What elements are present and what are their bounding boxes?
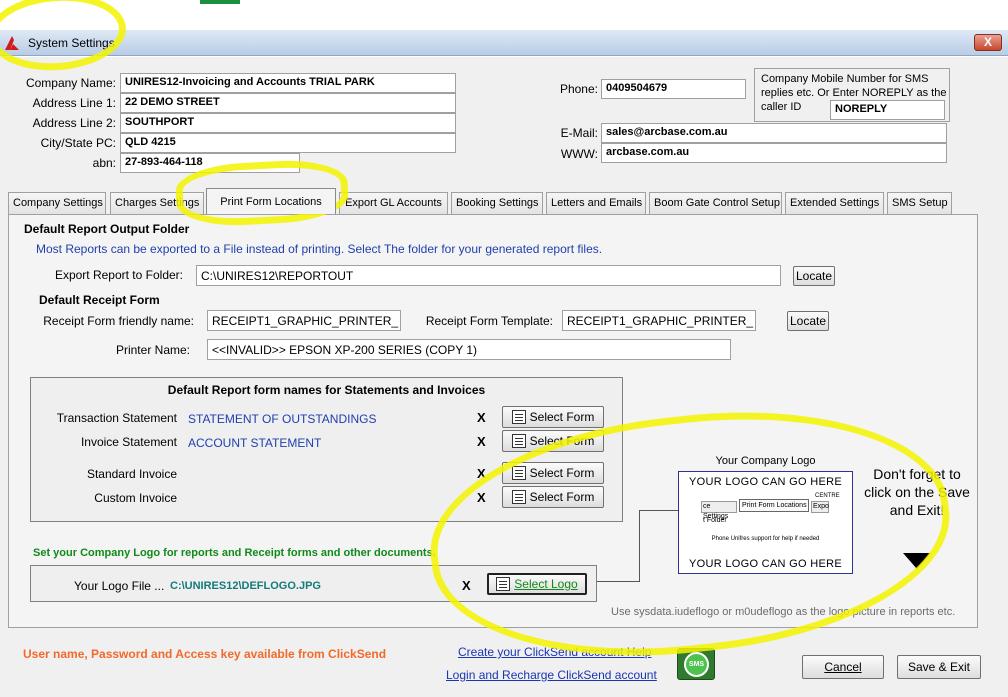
locate-receipt-template-button[interactable]: Locate — [787, 311, 829, 331]
www-label: WWW: — [560, 147, 598, 161]
save-exit-button[interactable]: Save & Exit — [897, 655, 981, 679]
tab-extended-settings[interactable]: Extended Settings — [785, 192, 884, 214]
logo-section-title: Set your Company Logo for reports and Re… — [33, 547, 436, 559]
printer-name-label: Printer Name: — [115, 343, 190, 357]
phone-field[interactable]: 0409504679 — [601, 79, 746, 99]
invoice-statement-label: Invoice Statement — [80, 435, 177, 449]
tab-letters-emails[interactable]: Letters and Emails — [546, 192, 646, 214]
custom-invoice-label: Custom Invoice — [94, 491, 177, 505]
mobile-number-field[interactable]: NOREPLY — [830, 100, 945, 120]
cancel-label: Cancel — [824, 660, 862, 674]
address-line1-field[interactable]: 22 DEMO STREET — [120, 93, 456, 113]
output-folder-title: Default Report Output Folder — [24, 222, 190, 236]
receipt-template-label: Receipt Form Template: — [425, 314, 553, 328]
standard-invoice-label: Standard Invoice — [86, 467, 177, 481]
email-label: E-Mail: — [560, 126, 598, 140]
address-line1-label: Address Line 1: — [32, 96, 116, 110]
receipt-form-title: Default Receipt Form — [39, 293, 160, 307]
transaction-statement-value: STATEMENT OF OUTSTANDINGS — [188, 412, 377, 426]
export-folder-field[interactable]: C:\UNIRES12\REPORTOUT — [196, 265, 781, 286]
clicksend-credentials-note: User name, Password and Access key avail… — [23, 647, 387, 661]
logo-file-path: C:\UNIRES12\DEFLOGO.JPG — [170, 580, 321, 592]
close-button[interactable]: X — [974, 34, 1002, 51]
tab-print-form-locations[interactable]: Print Form Locations — [206, 188, 336, 214]
clear-invoice-statement-button[interactable]: X — [477, 434, 486, 449]
output-folder-description: Most Reports can be exported to a File i… — [36, 242, 603, 256]
sms-icon: SMS — [684, 652, 709, 677]
city-state-field[interactable]: QLD 4215 — [120, 133, 456, 153]
background-app-strip — [200, 0, 240, 4]
tab-export-gl-accounts[interactable]: Export GL Accounts — [339, 192, 448, 214]
report-forms-group-title: Default Report form names for Statements… — [167, 383, 486, 397]
printer-name-field[interactable]: <<INVALID>> EPSON XP-200 SERIES (COPY 1) — [207, 339, 731, 360]
tab-company-settings[interactable]: Company Settings — [8, 192, 106, 214]
locate-export-folder-button[interactable]: Locate — [793, 266, 835, 286]
phone-label: Phone: — [559, 82, 598, 96]
receipt-name-field[interactable]: RECEIPT1_GRAPHIC_PRINTER_ — [207, 310, 401, 331]
transaction-statement-label: Transaction Statement — [56, 411, 177, 425]
address-line2-field[interactable]: SOUTHPORT — [120, 113, 456, 133]
login-recharge-clicksend-link[interactable]: Login and Recharge ClickSend account — [446, 668, 657, 682]
company-name-label: Company Name: — [25, 76, 116, 90]
logo-file-label: Your Logo File ... — [74, 579, 165, 593]
cancel-button[interactable]: Cancel — [802, 655, 884, 679]
email-field[interactable]: sales@arcbase.com.au — [601, 123, 947, 143]
clear-transaction-statement-button[interactable]: X — [477, 410, 486, 425]
tab-boom-gate-control[interactable]: Boom Gate Control Setup — [649, 192, 782, 214]
receipt-template-field[interactable]: RECEIPT1_GRAPHIC_PRINTER_ — [562, 310, 756, 331]
company-name-field[interactable]: UNIRES12-Invoicing and Accounts TRIAL PA… — [120, 73, 456, 93]
city-state-label: City/State PC: — [40, 136, 116, 150]
invoice-statement-value: ACCOUNT STATEMENT — [188, 436, 322, 450]
tab-sms-setup[interactable]: SMS Setup — [887, 192, 952, 214]
select-form-label: Select Form — [529, 410, 595, 424]
form-list-icon — [511, 434, 526, 448]
address-line2-label: Address Line 2: — [32, 116, 116, 130]
abn-label: abn: — [92, 156, 116, 170]
mobile-box: Company Mobile Number for SMS replies et… — [754, 68, 950, 122]
export-folder-label: Export Report to Folder: — [54, 268, 183, 282]
select-transaction-statement-button[interactable]: Select Form — [502, 406, 604, 428]
receipt-name-label: Receipt Form friendly name: — [43, 314, 194, 328]
tab-booking-settings[interactable]: Booking Settings — [451, 192, 543, 214]
www-field[interactable]: arcbase.com.au — [601, 143, 947, 163]
form-list-icon — [511, 410, 526, 424]
title-bar: System Settings X — [0, 30, 1008, 56]
